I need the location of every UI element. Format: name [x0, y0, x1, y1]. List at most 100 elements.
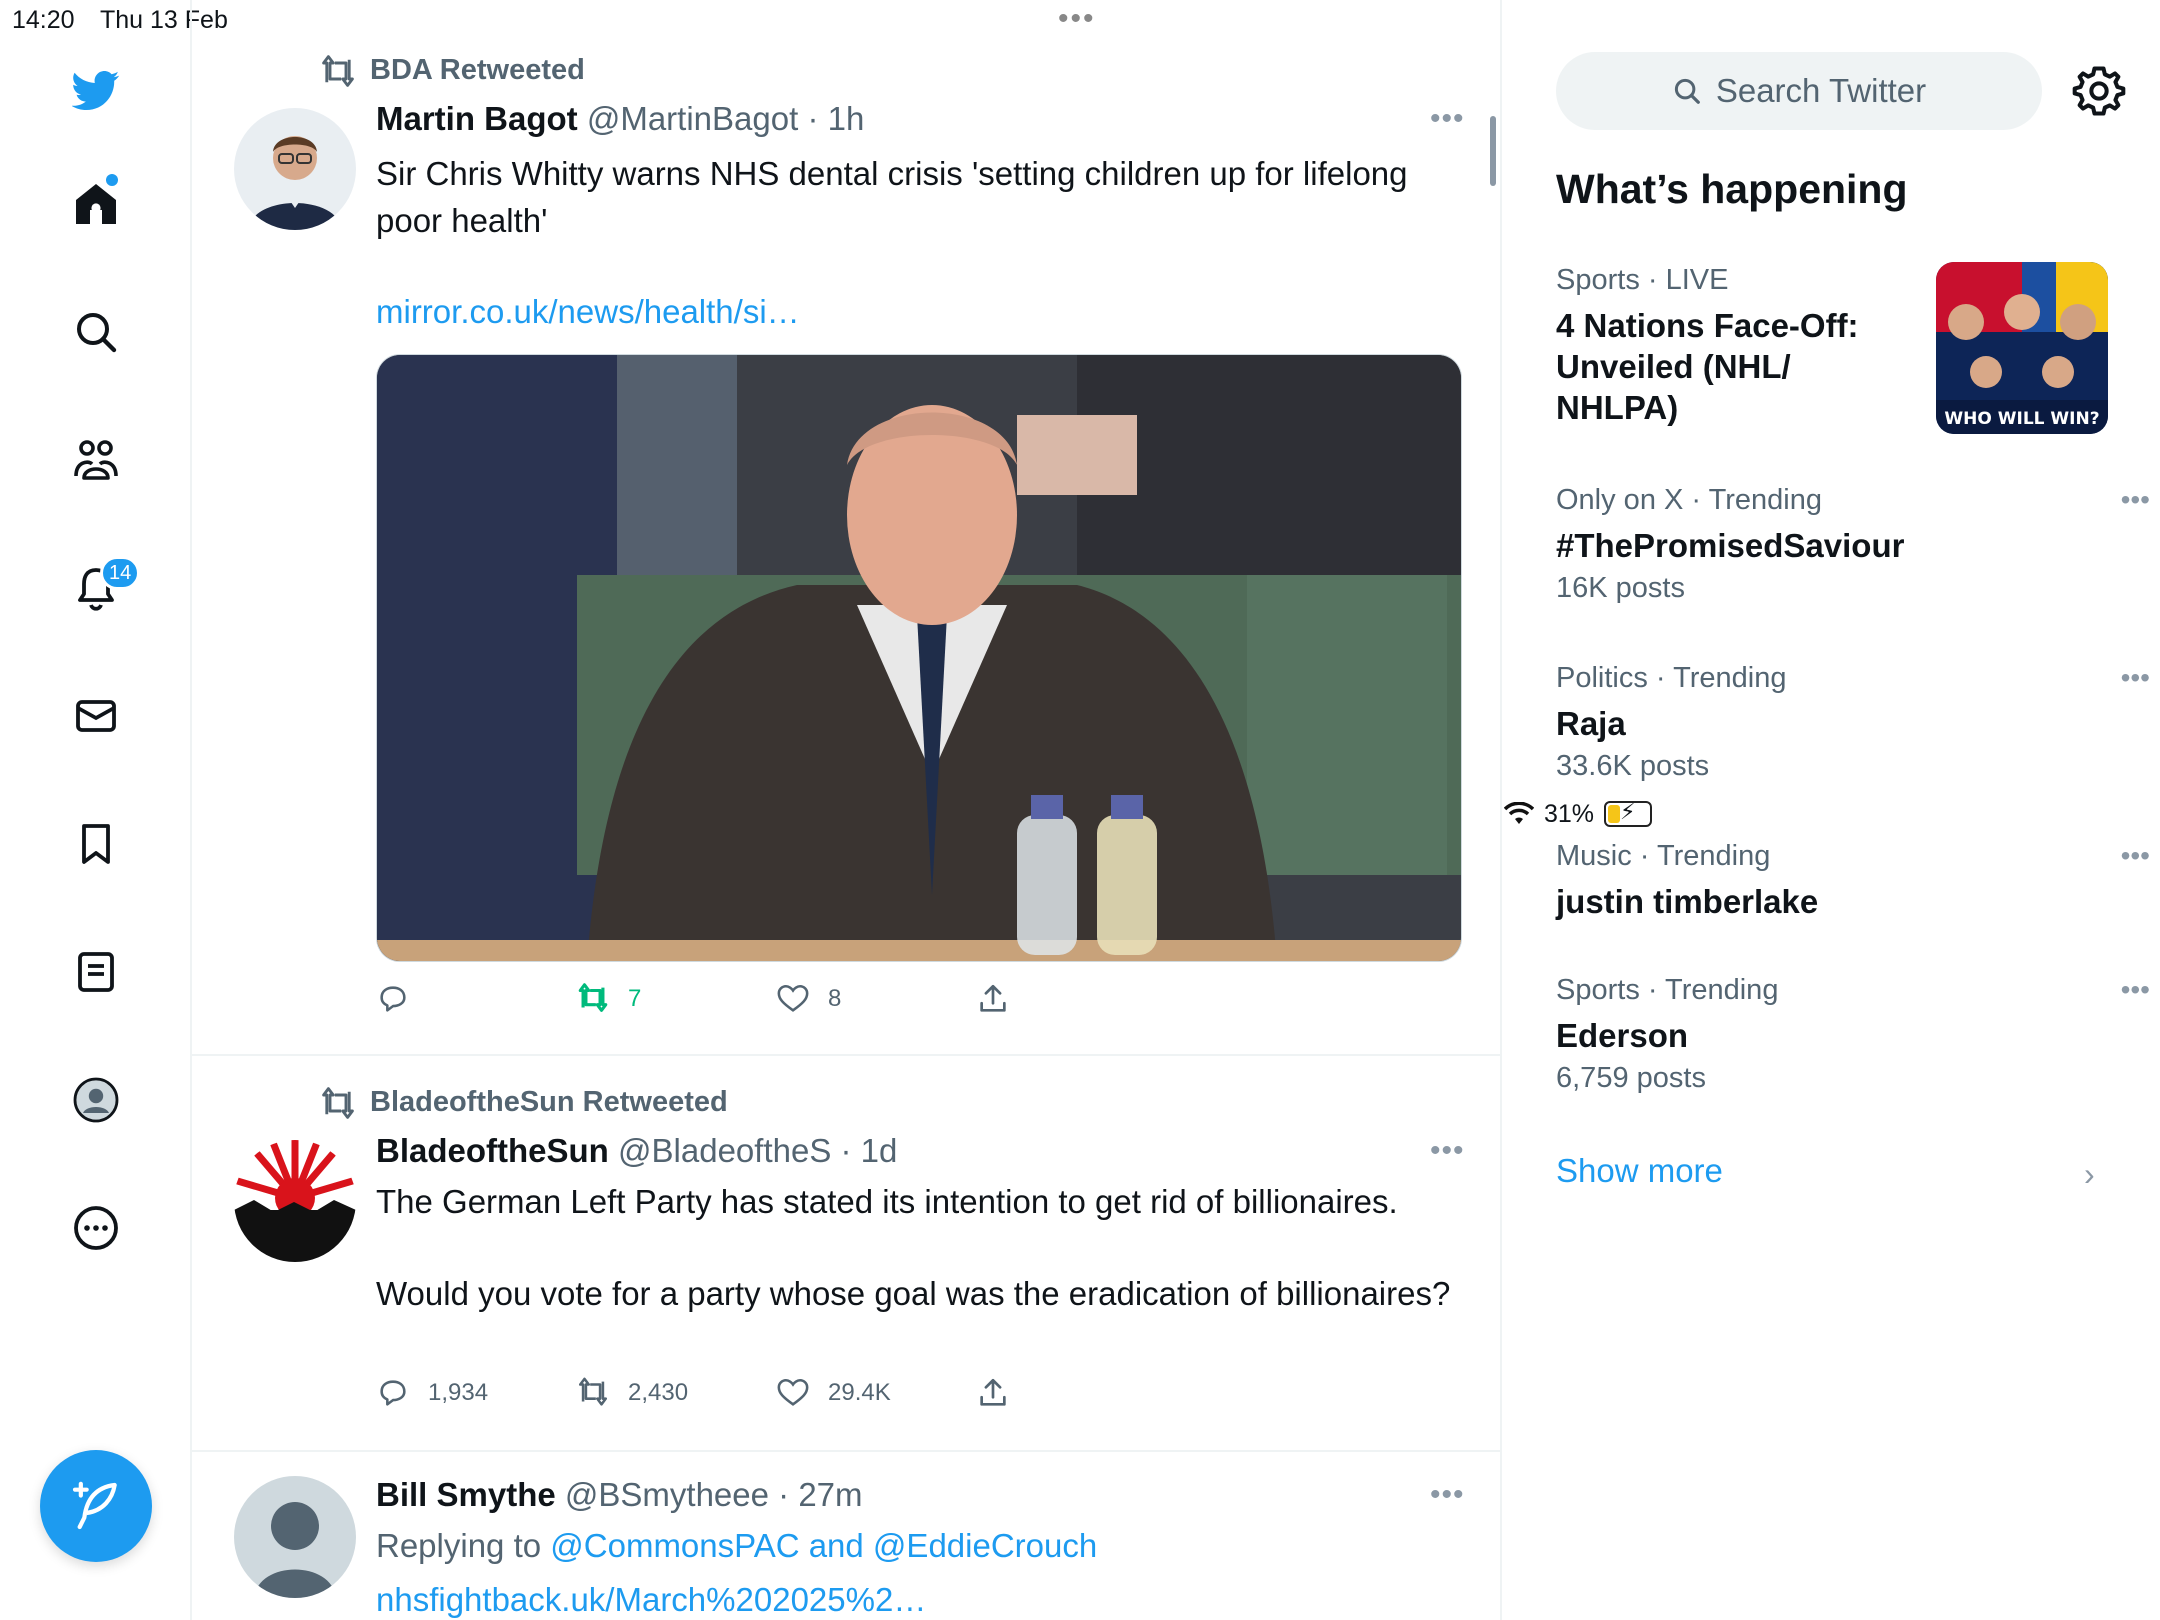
tweet-time[interactable]: · 27m [778, 1476, 862, 1513]
trend-meta: Sports · LIVE [1556, 264, 1916, 297]
retweeted-by-label: BladeoftheSun Retweeted [370, 1086, 728, 1118]
communities-icon [74, 440, 118, 480]
tweet[interactable]: BladeoftheSun Retweeted BladeoftheSun @B… [192, 1056, 1500, 1452]
trend-live-label: · LIVE [1639, 264, 1729, 296]
nav-profile[interactable] [64, 1068, 128, 1132]
heart-icon [777, 984, 809, 1012]
tweet-text: The German Left Party has stated its int… [376, 1183, 1398, 1220]
author-name[interactable]: Bill Smythe [376, 1476, 556, 1513]
home-new-indicator [106, 174, 118, 186]
trend-item[interactable]: Politics · Trending ••• Raja 33.6K posts [1556, 662, 2150, 783]
tweet-link[interactable]: nhsfightback.uk/March%202025%2… [376, 1576, 1456, 1620]
tweet-header: Bill Smythe @BSmytheee · 27m [376, 1476, 863, 1514]
sidebar-nav: 14 [0, 0, 192, 1620]
trend-post-count: 33.6K posts [1556, 750, 1710, 782]
retweeted-by-label: BDA Retweeted [370, 54, 585, 86]
chevron-right-icon[interactable]: › [2084, 1156, 2095, 1193]
lists-icon [78, 952, 114, 992]
retweet-icon [578, 1377, 608, 1406]
whats-happening-title: What’s happening [1556, 166, 1908, 212]
trend-title: Raja [1556, 705, 1626, 742]
profile-avatar-icon [73, 1077, 119, 1123]
avatar[interactable] [234, 108, 356, 230]
tweet-time[interactable]: · 1d [841, 1132, 898, 1169]
nav-messages[interactable] [64, 684, 128, 748]
like-count: 8 [828, 985, 842, 1012]
trend-title: #ThePromisedSaviour [1556, 527, 1905, 564]
tweet-header: BladeoftheSun @BladeoftheS · 1d [376, 1132, 897, 1170]
tweet-time[interactable]: · 1h [807, 100, 864, 137]
retweet-count: 7 [628, 985, 642, 1012]
reply-button[interactable]: 1,934 [376, 1376, 488, 1410]
trend-post-count: 6,759 posts [1556, 1062, 1706, 1094]
heart-icon [777, 1378, 809, 1406]
replying-to-prefix: Replying to [376, 1527, 551, 1564]
envelope-icon [76, 700, 116, 732]
tweet-header: Martin Bagot @MartinBagot · 1h [376, 100, 864, 138]
author-handle[interactable]: @BladeoftheS [618, 1132, 831, 1169]
trend-more-icon[interactable]: ••• [2121, 974, 2150, 1006]
trend-more-icon[interactable]: ••• [2121, 840, 2150, 872]
trend-title: Ederson [1556, 1017, 1689, 1054]
trend-item[interactable]: Sports · LIVE 4 Nations Face-Off: Unveil… [1556, 264, 1916, 428]
like-button[interactable]: 8 [776, 982, 841, 1016]
nav-bookmarks[interactable] [64, 812, 128, 876]
nav-communities[interactable] [64, 428, 128, 492]
avatar[interactable] [234, 1140, 356, 1262]
compose-tweet-button[interactable] [40, 1450, 152, 1562]
author-name[interactable]: Martin Bagot [376, 100, 578, 137]
search-icon [77, 313, 117, 353]
retweet-icon [322, 54, 354, 87]
tweet[interactable]: BDA Retweeted Martin Bagot @MartinBagot … [192, 0, 1500, 1056]
share-icon [980, 1378, 1006, 1406]
retweet-context: BladeoftheSun Retweeted [318, 1086, 728, 1119]
trend-title: justin timberlake [1556, 883, 1819, 920]
replying-to-line: Replying to @CommonsPAC and @EddieCrouch [376, 1522, 1456, 1569]
tweet-link[interactable]: mirror.co.uk/news/health/si… [376, 288, 1456, 335]
reply-icon [380, 986, 406, 1012]
author-handle[interactable]: @MartinBagot [587, 100, 798, 137]
tweet-more-icon[interactable]: ••• [1430, 102, 1465, 136]
trend-more-icon[interactable]: ••• [2121, 662, 2150, 694]
share-button[interactable] [976, 1376, 1010, 1410]
author-name[interactable]: BladeoftheSun [376, 1132, 609, 1169]
replying-to-mentions[interactable]: @CommonsPAC and @EddieCrouch [550, 1527, 1097, 1564]
twitter-logo-icon[interactable] [64, 58, 128, 122]
notifications-badge: 14 [100, 556, 141, 590]
share-button[interactable] [976, 982, 1010, 1016]
reply-button[interactable] [376, 982, 428, 1016]
retweet-icon [578, 983, 608, 1012]
trend-item[interactable]: Sports · Trending ••• Ederson 6,759 post… [1556, 974, 2150, 1095]
nav-home[interactable] [64, 172, 128, 236]
timeline-feed[interactable]: BDA Retweeted Martin Bagot @MartinBagot … [192, 0, 1502, 1620]
trend-category: Sports · Trending [1556, 974, 1779, 1006]
reply-count: 1,934 [428, 1379, 489, 1406]
more-circle-icon [74, 1206, 118, 1250]
retweet-button[interactable]: 2,430 [576, 1376, 688, 1410]
trend-more-icon[interactable]: ••• [2121, 484, 2150, 516]
trend-post-count: 16K posts [1556, 572, 1685, 604]
trend-title: 4 Nations Face-Off: Unveiled (NHL/ NHLPA… [1556, 307, 1859, 426]
avatar[interactable] [234, 1476, 356, 1598]
nav-lists[interactable] [64, 940, 128, 1004]
trend-item[interactable]: Music · Trending ••• justin timberlake [1556, 840, 2150, 922]
tweet-more-icon[interactable]: ••• [1430, 1478, 1465, 1512]
tweet-photo[interactable] [376, 354, 1462, 962]
nav-explore[interactable] [64, 300, 128, 364]
retweet-button[interactable]: 7 [576, 982, 641, 1016]
tweet[interactable]: Bill Smythe @BSmytheee · 27m ••• Replyin… [192, 1452, 1500, 1620]
trend-thumbnail[interactable]: WHO WILL WIN? [1936, 262, 2108, 434]
retweet-context: BDA Retweeted [318, 54, 585, 87]
trend-item[interactable]: Only on X · Trending ••• #ThePromisedSav… [1556, 484, 2150, 605]
settings-gear-icon[interactable] [2072, 64, 2126, 118]
nav-more[interactable] [64, 1196, 128, 1260]
search-input[interactable]: Search Twitter [1556, 52, 2042, 130]
like-count: 29.4K [828, 1379, 891, 1406]
bookmark-icon [82, 824, 110, 864]
like-button[interactable]: 29.4K [776, 1376, 891, 1410]
show-more-link[interactable]: Show more [1556, 1152, 1723, 1190]
tweet-more-icon[interactable]: ••• [1430, 1134, 1465, 1168]
tweet-text-paragraph: Would you vote for a party whose goal wa… [376, 1275, 1451, 1312]
trend-category: Politics · Trending [1556, 662, 1787, 694]
author-handle[interactable]: @BSmytheee [565, 1476, 769, 1513]
